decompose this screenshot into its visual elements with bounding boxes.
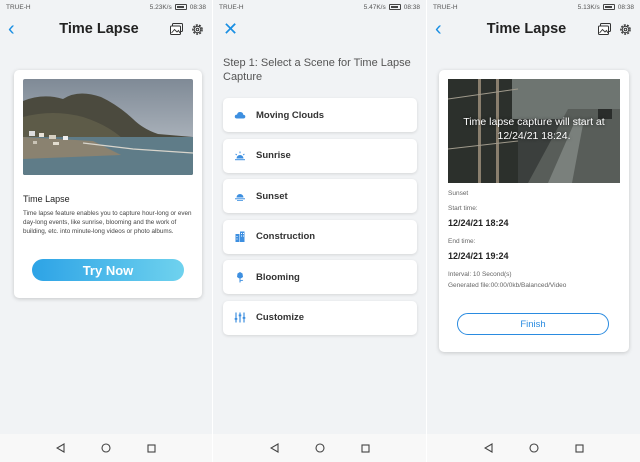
nav-recents-icon[interactable] xyxy=(147,443,156,453)
carrier-label: TRUE-H xyxy=(6,3,31,11)
capture-summary-card: Time lapse capture will start at 12/24/2… xyxy=(439,70,629,352)
title-bar: ‹ Time Lapse xyxy=(427,14,640,44)
capture-start-overlay: Time lapse capture will start at 12/24/2… xyxy=(463,116,605,143)
interval-info: Interval: 10 Second(s) xyxy=(448,271,512,278)
settings-gear-icon[interactable] xyxy=(191,23,204,36)
nav-recents-icon[interactable] xyxy=(360,443,370,453)
screen-time-lapse-intro: TRUE-H 5.23K/s 08:38 ‹ Time Lapse Time L… xyxy=(0,0,212,462)
nav-back-icon[interactable] xyxy=(269,443,279,453)
screen-select-scene: TRUE-H 5.47K/s 08:38 ✕ Step 1: Select a … xyxy=(213,0,426,462)
end-time-value: 12/24/21 19:24 xyxy=(448,251,509,261)
scene-option-customize[interactable]: Customize xyxy=(223,300,417,335)
network-speed: 5.47K/s xyxy=(363,3,386,11)
time-lapse-card: Time Lapse Time lapse feature enables yo… xyxy=(14,70,202,298)
sunset-icon xyxy=(235,194,245,201)
back-arrow-icon[interactable]: ‹ xyxy=(8,19,28,39)
system-navigation-bar xyxy=(427,434,640,462)
gallery-icon[interactable] xyxy=(170,23,183,35)
coastal-town-photo xyxy=(23,79,194,175)
system-navigation-bar xyxy=(0,434,212,462)
carrier-label: TRUE-H xyxy=(219,3,244,11)
card-description: Time lapse feature enables you to captur… xyxy=(23,210,192,236)
scene-list: Moving Clouds Sunrise Sunset Constructio… xyxy=(223,98,417,341)
try-now-button[interactable]: Try Now xyxy=(32,259,184,281)
screen-capture-scheduled: TRUE-H 5.13K/s 08:38 ‹ Time Lapse Time l… xyxy=(427,0,640,462)
status-bar: TRUE-H 5.23K/s 08:38 xyxy=(0,0,212,14)
nav-home-icon[interactable] xyxy=(101,443,111,453)
clock: 08:38 xyxy=(403,3,420,11)
page-title: Time Lapse xyxy=(486,21,567,37)
scene-option-construction[interactable]: Construction xyxy=(223,219,417,254)
nav-back-icon[interactable] xyxy=(56,443,65,453)
sunrise-icon xyxy=(235,151,245,160)
nav-recents-icon[interactable] xyxy=(574,443,584,453)
nav-back-icon[interactable] xyxy=(483,443,493,453)
battery-icon xyxy=(602,4,615,10)
clock: 08:38 xyxy=(617,3,634,11)
flower-icon xyxy=(237,272,244,283)
battery-icon xyxy=(388,4,401,10)
camera-preview: Time lapse capture will start at 12/24/2… xyxy=(448,79,620,183)
scene-option-moving-clouds[interactable]: Moving Clouds xyxy=(223,98,417,132)
nav-home-icon[interactable] xyxy=(528,443,539,453)
scene-option-sunrise[interactable]: Sunrise xyxy=(223,138,417,173)
back-arrow-icon[interactable]: ‹ xyxy=(435,19,455,39)
cloud-icon xyxy=(234,111,246,119)
capture-details: Sunset Start time: 12/24/21 18:24 End ti… xyxy=(448,190,620,289)
status-bar: TRUE-H 5.47K/s 08:38 xyxy=(213,0,426,14)
end-time-label: End time: xyxy=(448,238,476,245)
network-speed: 5.13K/s xyxy=(577,3,600,11)
system-navigation-bar xyxy=(213,434,426,462)
sliders-icon xyxy=(234,312,246,323)
settings-gear-icon[interactable] xyxy=(619,23,632,36)
carrier-label: TRUE-H xyxy=(433,3,458,11)
finish-button[interactable]: Finish xyxy=(457,313,609,335)
close-icon[interactable]: ✕ xyxy=(223,20,238,38)
title-bar: ‹ Time Lapse xyxy=(0,14,212,44)
nav-home-icon[interactable] xyxy=(314,443,325,453)
start-time-value: 12/24/21 18:24 xyxy=(448,218,509,228)
start-time-label: Start time: xyxy=(448,205,478,212)
scene-name: Sunset xyxy=(448,190,469,197)
scene-option-blooming[interactable]: Blooming xyxy=(223,260,417,294)
network-speed: 5.23K/s xyxy=(149,3,172,11)
generated-file-info: Generated file:00:00/0kb/Balanced/Video xyxy=(448,282,567,289)
status-bar: TRUE-H 5.13K/s 08:38 xyxy=(427,0,640,14)
card-heading: Time Lapse xyxy=(23,194,70,204)
clock: 08:38 xyxy=(189,3,206,11)
scene-option-sunset[interactable]: Sunset xyxy=(223,179,417,213)
step-instruction: Step 1: Select a Scene for Time Lapse Ca… xyxy=(223,57,411,84)
page-title: Time Lapse xyxy=(59,21,139,37)
gallery-icon[interactable] xyxy=(598,23,611,35)
battery-icon xyxy=(174,4,187,10)
building-icon xyxy=(235,231,245,242)
